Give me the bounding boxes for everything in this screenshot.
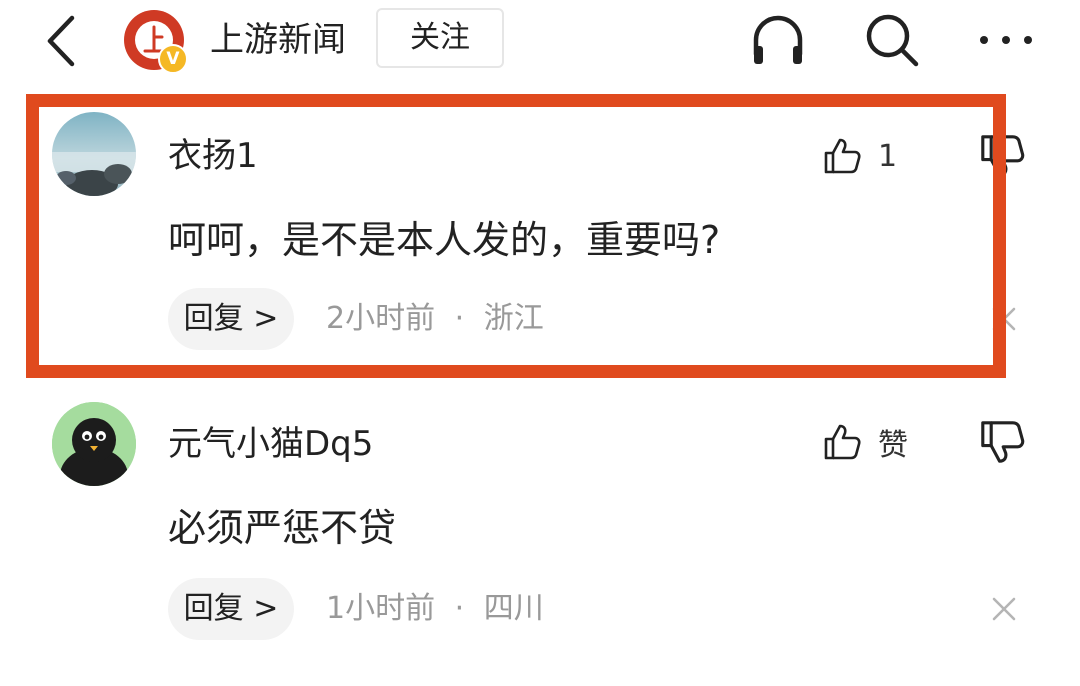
- close-icon[interactable]: [988, 303, 1020, 335]
- comment-location: 浙江: [483, 301, 544, 336]
- more-icon[interactable]: [976, 10, 1036, 70]
- comment-meta: 1小时前 · 四川: [326, 578, 544, 640]
- comment-meta: 2小时前 · 浙江: [326, 288, 544, 350]
- thumbs-up-icon: [824, 424, 861, 460]
- avatar[interactable]: [52, 112, 136, 196]
- close-icon[interactable]: [988, 593, 1020, 625]
- thumbs-up-icon: [824, 138, 861, 174]
- follow-button[interactable]: 关注: [376, 8, 504, 68]
- like-label: 赞: [878, 428, 908, 463]
- comment-time: 1小时前: [326, 591, 436, 626]
- verified-badge-icon: V: [158, 44, 188, 74]
- comment-username[interactable]: 衣扬1: [168, 134, 258, 178]
- thumbs-down-icon[interactable]: [978, 418, 1026, 466]
- headphones-icon[interactable]: [748, 10, 808, 70]
- like-count: 1: [878, 138, 898, 174]
- account-name[interactable]: 上游新闻: [210, 16, 346, 64]
- reply-button[interactable]: 回复 >: [168, 578, 294, 640]
- account-logo[interactable]: V: [124, 10, 188, 74]
- meta-separator: ·: [454, 591, 465, 626]
- like-button[interactable]: 赞: [822, 420, 908, 464]
- meta-separator: ·: [454, 301, 465, 336]
- comment-time: 2小时前: [326, 301, 436, 336]
- thumbs-down-icon[interactable]: [978, 132, 1026, 180]
- comment-text: 必须严惩不贷: [168, 506, 397, 550]
- like-button[interactable]: 1: [822, 134, 897, 178]
- comment-page: V 上游新闻 关注 衣扬1 1 呵呵，是不是本人发的，重要吗? 回复 > 2小时…: [0, 0, 1080, 686]
- back-arrow-icon[interactable]: [40, 14, 84, 68]
- top-bar: V 上游新闻 关注: [0, 0, 1080, 84]
- comment-username[interactable]: 元气小猫Dq5: [168, 422, 373, 466]
- comment-text: 呵呵，是不是本人发的，重要吗?: [168, 218, 721, 262]
- comment-location: 四川: [483, 591, 544, 626]
- avatar[interactable]: [52, 402, 136, 486]
- reply-button[interactable]: 回复 >: [168, 288, 294, 350]
- search-icon[interactable]: [862, 10, 922, 70]
